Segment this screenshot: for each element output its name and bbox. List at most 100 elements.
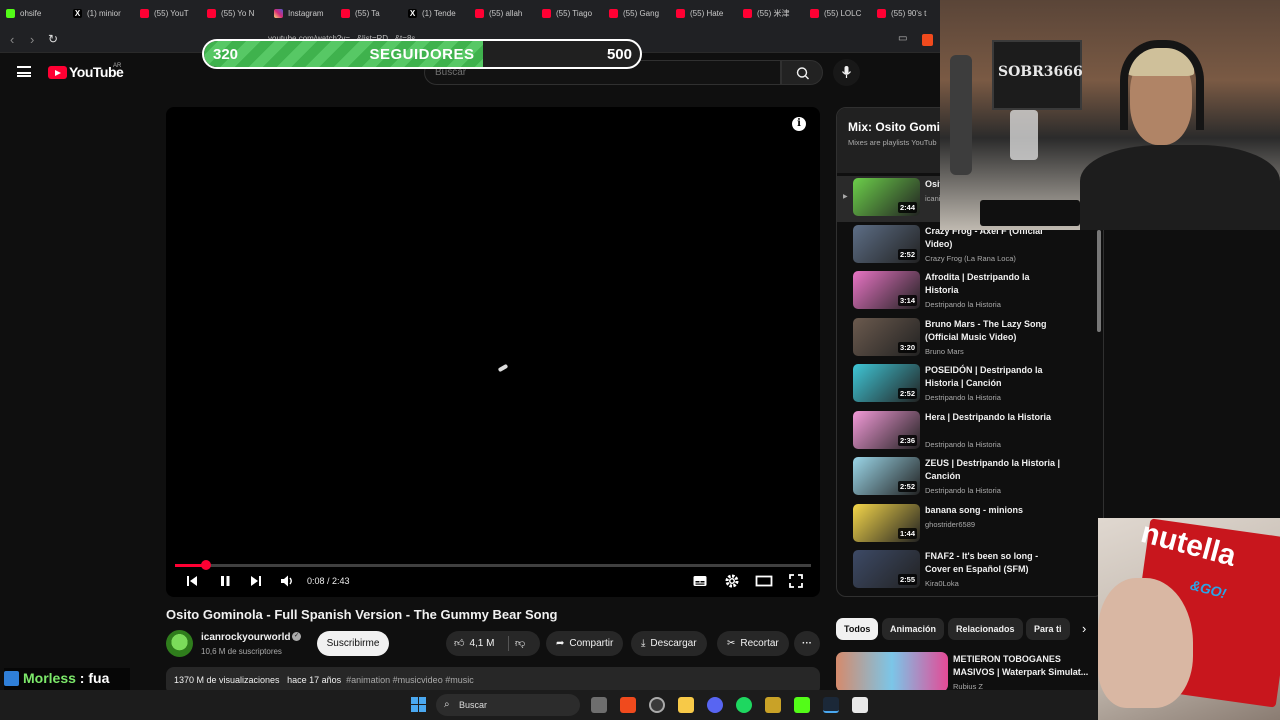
chip-animacion[interactable]: Animación (882, 618, 945, 640)
youtube-icon (676, 9, 685, 18)
mix-item-thumbnail[interactable]: 2:55 (853, 550, 920, 588)
windows-start-icon[interactable] (411, 697, 427, 713)
browser-tab-label: (55) LOLC (824, 9, 862, 18)
cast-icon[interactable]: ▭ (898, 33, 907, 44)
pause-icon[interactable] (218, 573, 232, 589)
fullscreen-icon[interactable] (788, 573, 804, 589)
app-icon[interactable] (765, 697, 781, 713)
browser-tab[interactable]: (55) 90's t (871, 0, 938, 27)
download-button[interactable]: ⤓ Descargar (631, 631, 707, 656)
chip-para-ti[interactable]: Para ti (1026, 618, 1070, 640)
browser-tab[interactable]: X (1) minior (67, 0, 134, 27)
thumbs-up-icon[interactable]: 👍︎ (454, 631, 464, 656)
mix-scrollbar[interactable] (1097, 230, 1101, 332)
next-icon[interactable] (249, 573, 263, 589)
task-view-icon[interactable] (591, 697, 607, 713)
steam-icon[interactable] (823, 697, 839, 713)
file-explorer-icon[interactable] (678, 697, 694, 713)
thermos-bottle (950, 55, 972, 175)
mix-list-item[interactable]: 1:44 banana song - minions ghostrider6589 (837, 502, 1103, 548)
mix-item-thumbnail[interactable]: 2:44 (853, 178, 920, 216)
back-icon[interactable]: ‹ (10, 32, 14, 47)
more-actions-button[interactable]: ··· (794, 631, 820, 656)
browser-tab[interactable]: (55) allah (469, 0, 536, 27)
progress-scrubber-handle[interactable] (201, 560, 212, 570)
browser-tab[interactable]: ohsife (0, 0, 67, 27)
volume-icon[interactable] (279, 573, 295, 589)
mix-item-title[interactable]: POSEIDÓN | Destripando la Historia | Can… (925, 364, 1065, 390)
voice-search-button[interactable] (833, 59, 860, 86)
progress-bar[interactable] (175, 560, 811, 570)
mix-list-item[interactable]: 3:20 Bruno Mars - The Lazy Song (Official… (837, 316, 1103, 362)
search-button[interactable] (781, 60, 823, 85)
browser-tab[interactable]: (55) Ta (335, 0, 402, 27)
subscribe-button[interactable]: Suscribirme (317, 631, 389, 656)
mix-item-thumbnail[interactable] (853, 597, 920, 598)
spotify-icon[interactable] (736, 697, 752, 713)
browser-tab[interactable]: (55) Yo N (201, 0, 268, 27)
menu-icon[interactable] (17, 66, 31, 77)
like-count[interactable]: 4,1 M (469, 638, 494, 649)
recommendation-title[interactable]: METIERON TOBOGANES MASIVOS | Waterpark S… (953, 653, 1093, 679)
youtube-logo-icon[interactable] (48, 66, 67, 79)
mix-item-title[interactable]: Afrodita | Destripando la Historia (925, 271, 1065, 297)
browser-tab[interactable]: (55) 米津 (737, 0, 804, 27)
previous-icon[interactable] (185, 573, 199, 589)
channel-name[interactable]: icanrockyourworld (201, 632, 290, 643)
video-player[interactable]: i 0:08 / 2:43 (166, 107, 820, 597)
mix-item-thumbnail[interactable]: 3:20 (853, 317, 920, 356)
mix-list-item[interactable]: 3:14 Afrodita | Destripando la Historia De… (837, 269, 1103, 315)
share-button[interactable]: ➦ Compartir (546, 631, 624, 656)
subtitles-icon[interactable] (692, 573, 708, 589)
mix-title[interactable]: Mix: Osito Gomi (848, 120, 940, 134)
info-icon[interactable]: i (792, 117, 806, 131)
obs-icon[interactable] (649, 697, 665, 713)
brave-browser-icon[interactable] (620, 697, 636, 713)
browser-tab[interactable]: Instagram (268, 0, 335, 27)
mix-list-item[interactable]: Pan de Famoflas | Bombiel (837, 595, 1103, 598)
mix-item-title[interactable]: Pan de Famoflas | Bombiel (925, 597, 1065, 598)
taskbar-search[interactable]: ⌕ Buscar (436, 694, 580, 716)
mix-item-duration: 1:44 (897, 527, 917, 539)
mix-item-thumbnail[interactable]: 3:14 (853, 271, 920, 309)
mix-item-title[interactable]: Hera | Destripando la Historia (925, 411, 1065, 424)
forward-icon[interactable]: › (30, 32, 34, 47)
browser-tab[interactable]: (55) Tiago (536, 0, 603, 27)
mix-item-thumbnail[interactable]: 2:52 (853, 364, 920, 402)
hashtags[interactable]: #animation #musicvideo #music (346, 675, 474, 685)
browser-tab-label: (55) 90's t (891, 9, 927, 18)
discord-icon[interactable] (707, 697, 723, 713)
browser-tab[interactable]: X (1) Tende (402, 0, 469, 27)
channel-avatar[interactable] (166, 630, 193, 657)
mix-list-item[interactable]: 2:52 ZEUS | Destripando la Historia | Can… (837, 455, 1103, 501)
mix-list-item[interactable]: 2:55 FNAF2 - It's been so long - Cover en… (837, 548, 1103, 594)
chevron-right-icon[interactable]: › (1082, 621, 1086, 636)
youtube-icon (877, 9, 886, 18)
mix-item-title[interactable]: ZEUS | Destripando la Historia | Canción (925, 457, 1065, 483)
mix-item-title[interactable]: Bruno Mars - The Lazy Song (Official Mus… (925, 318, 1065, 344)
mix-list-item[interactable]: 2:52 POSEIDÓN | Destripando la Historia |… (837, 362, 1103, 408)
mix-item-thumbnail[interactable]: 2:52 (853, 224, 920, 263)
mix-item-title[interactable]: FNAF2 - It's been so long - Cover en Esp… (925, 550, 1065, 576)
browser-tab-label: (55) 米津 (757, 9, 790, 18)
chip-relacionados[interactable]: Relacionados (948, 618, 1023, 640)
mix-item-thumbnail[interactable]: 1:44 (853, 503, 920, 542)
recommendation-thumbnail[interactable] (836, 652, 948, 692)
mix-list-item[interactable]: 2:36 Hera | Destripando la Historia Destri… (837, 409, 1103, 455)
mix-item-title[interactable]: banana song - minions (925, 504, 1065, 517)
clip-button[interactable]: ✂ Recortar (717, 631, 789, 656)
browser-tab[interactable]: (55) Gang (603, 0, 670, 27)
brave-shield-icon[interactable] (922, 34, 933, 46)
settings-gear-icon[interactable] (724, 573, 740, 589)
mix-item-thumbnail[interactable]: 2:52 (853, 457, 920, 495)
store-icon[interactable] (852, 697, 868, 713)
browser-tab[interactable]: (55) Hate (670, 0, 737, 27)
thumbs-down-icon[interactable]: 👎︎ (515, 631, 525, 656)
browser-tab[interactable]: (55) YouT (134, 0, 201, 27)
chip-todos[interactable]: Todos (836, 618, 879, 640)
mix-item-thumbnail[interactable]: 2:36 (853, 410, 920, 449)
browser-tab[interactable]: (55) LOLC (804, 0, 871, 27)
kick-icon[interactable] (794, 697, 810, 713)
reload-icon[interactable]: ↻ (48, 32, 58, 46)
theater-mode-icon[interactable] (755, 573, 773, 589)
